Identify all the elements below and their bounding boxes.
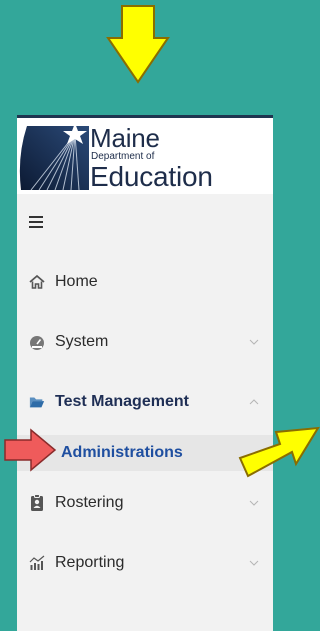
chevron-up-icon[interactable]: [249, 397, 259, 407]
yellow-diagonal-arrow-annotation: [238, 426, 320, 478]
nav-item-label: Home: [55, 273, 98, 290]
gauge-icon: [29, 334, 45, 350]
logo-text-maine: Maine: [90, 123, 160, 153]
hamburger-icon[interactable]: [29, 216, 43, 228]
logo-star-mark: [19, 123, 89, 190]
chevron-down-icon[interactable]: [249, 337, 259, 347]
home-icon: [29, 274, 45, 290]
chevron-down-icon[interactable]: [249, 498, 259, 508]
sidebar-panel: Maine Department of Education Home Syste…: [17, 115, 273, 631]
nav-item-system[interactable]: System: [17, 312, 273, 372]
bar-chart-icon: [29, 555, 45, 571]
nav-subitem-label: Administrations: [61, 444, 183, 461]
id-badge-icon: [29, 494, 45, 511]
nav-item-home[interactable]: Home: [17, 252, 273, 312]
folder-open-icon: [29, 394, 45, 410]
chevron-down-icon[interactable]: [249, 558, 259, 568]
nav-item-reporting[interactable]: Reporting: [17, 533, 273, 593]
red-right-arrow-annotation: [4, 428, 57, 472]
maine-doe-logo[interactable]: Maine Department of Education: [17, 118, 273, 194]
logo-text-education: Education: [90, 161, 213, 192]
nav-item-label: Rostering: [55, 494, 124, 511]
nav-item-label: Test Management: [55, 393, 189, 410]
nav-item-label: Reporting: [55, 554, 125, 571]
nav-item-label: System: [55, 333, 109, 350]
yellow-down-arrow-annotation: [106, 5, 170, 84]
